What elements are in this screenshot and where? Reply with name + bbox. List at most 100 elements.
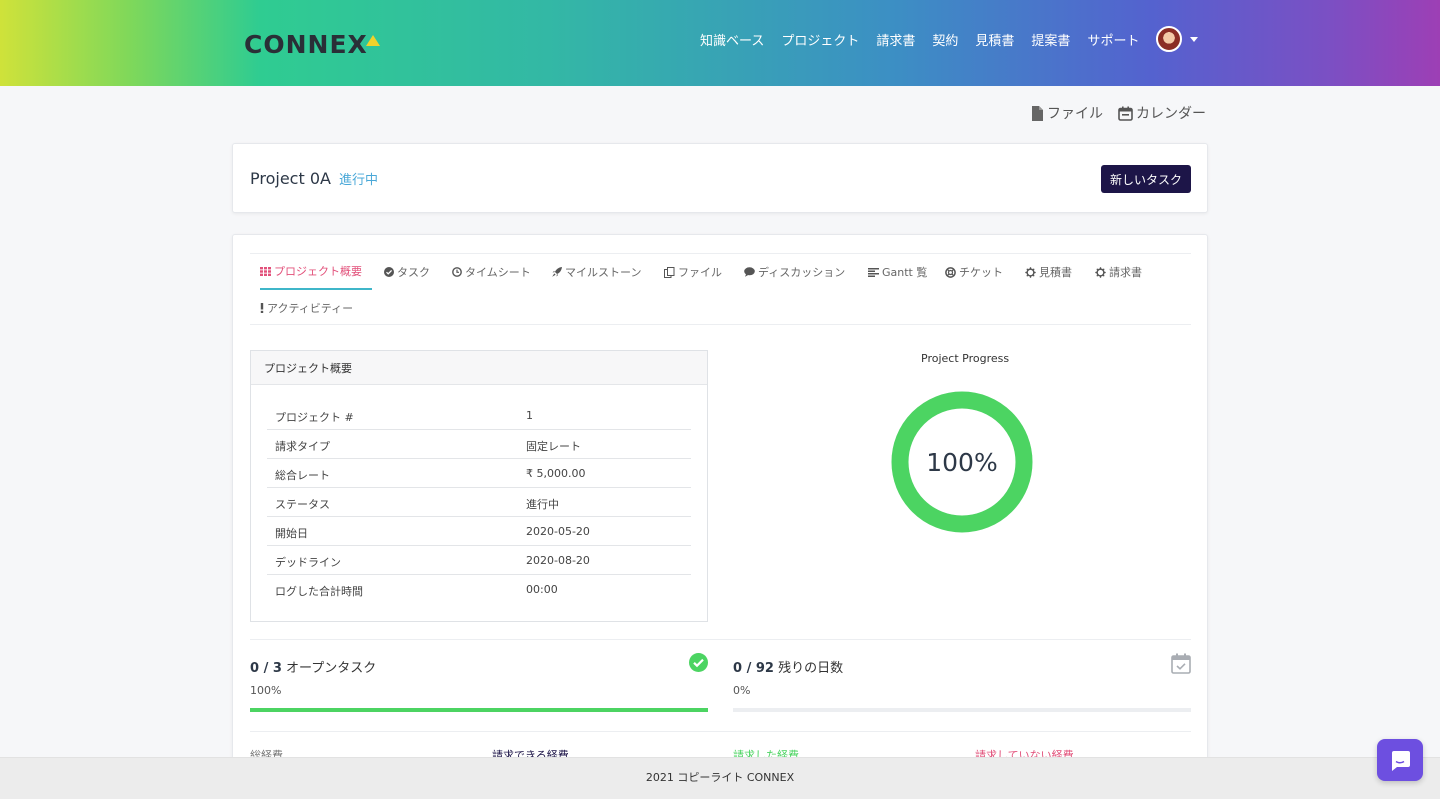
clock-icon — [452, 267, 462, 277]
user-avatar[interactable] — [1156, 26, 1183, 52]
comment-icon — [744, 267, 755, 277]
cog-icon — [1095, 266, 1106, 278]
chevron-down-icon[interactable] — [1190, 36, 1199, 42]
tab-label: Gantt 覧 — [882, 266, 928, 279]
overview-key: 開始日 — [275, 527, 308, 540]
tab-discussions[interactable]: ディスカッション — [744, 254, 845, 290]
overview-row: ログした合計時間 00:00 — [267, 575, 691, 604]
progress-label: 100% — [926, 448, 997, 477]
tab-timesheets[interactable]: タイムシート — [452, 254, 531, 290]
overview-key: ステータス — [275, 498, 330, 511]
project-header-card: Project 0A 進行中 新しいタスク — [232, 143, 1208, 213]
project-title: Project 0A 進行中 — [250, 169, 378, 188]
tab-label: マイルストーン — [565, 266, 642, 279]
overview-row: 開始日 2020-05-20 — [267, 517, 691, 546]
copyright-text: 2021 コピーライト CONNEX — [645, 771, 795, 784]
nav-proposals[interactable]: 提案書 — [1031, 30, 1070, 49]
overview-key: ログした合計時間 — [275, 585, 363, 598]
files-link-label: ファイル — [1047, 106, 1103, 122]
overview-row: デッドライン 2020-08-20 — [267, 546, 691, 575]
tab-project-overview[interactable]: プロジェクト概要 — [260, 254, 372, 290]
brand-name: CONNEX — [244, 30, 368, 59]
quick-links: ファイル カレンダー — [1031, 103, 1206, 123]
overview-row: プロジェクト # 1 — [267, 401, 691, 430]
project-overview-panel: プロジェクト概要 プロジェクト # 1 請求タイプ 固定レート 総合レート ₹ … — [250, 350, 708, 622]
overview-key: 総合レート — [275, 469, 330, 482]
rocket-icon — [552, 267, 562, 277]
nav-support[interactable]: サポート — [1087, 30, 1139, 49]
project-tabs: プロジェクト概要 タスク タイムシート マイルストーン ファイル ディスカッショ… — [250, 253, 1191, 325]
tab-files[interactable]: ファイル — [664, 254, 722, 290]
grid-icon — [260, 266, 271, 276]
brand-logo[interactable]: CONNEX — [244, 31, 380, 59]
calendar-link[interactable]: カレンダー — [1118, 103, 1206, 123]
days-left-text: 残りの日数 — [778, 661, 844, 676]
tab-label: プロジェクト概要 — [274, 265, 362, 278]
tab-label: タスク — [397, 266, 430, 279]
overview-panel-title: プロジェクト概要 — [251, 351, 707, 385]
overview-value: 進行中 — [526, 498, 559, 511]
open-tasks-progress-fill — [250, 708, 708, 712]
overview-value: 00:00 — [526, 583, 558, 596]
section-divider — [250, 731, 1191, 732]
overview-key: 請求タイプ — [275, 440, 330, 453]
open-tasks-count: 0 / 3 — [250, 661, 282, 676]
overview-value: 固定レート — [526, 440, 581, 453]
chat-icon — [1392, 751, 1410, 771]
days-left-progress-bar — [733, 708, 1191, 712]
days-left-percent: 0% — [733, 684, 751, 697]
check-circle-icon — [384, 267, 394, 277]
logo-triangle-icon — [365, 35, 380, 46]
tab-label: 見積書 — [1039, 266, 1072, 279]
exclamation-icon — [260, 303, 264, 313]
open-tasks-progress-bar — [250, 708, 708, 712]
overview-row: 総合レート ₹ 5,000.00 — [267, 459, 691, 488]
new-task-button[interactable]: 新しいタスク — [1101, 165, 1191, 193]
progress-title: Project Progress — [921, 352, 1010, 365]
open-tasks-label: 0 / 3 オープンタスク — [250, 657, 708, 676]
project-status: 進行中 — [339, 173, 379, 188]
main-nav: 知識ベース プロジェクト 請求書 契約 見積書 提案書 サポート — [700, 26, 1199, 52]
calendar-link-label: カレンダー — [1136, 106, 1206, 122]
top-navbar: CONNEX 知識ベース プロジェクト 請求書 契約 見積書 提案書 サポート — [0, 0, 1440, 86]
nav-contracts[interactable]: 契約 — [932, 30, 958, 49]
tab-gantt[interactable]: Gantt 覧 — [868, 254, 927, 290]
nav-projects[interactable]: プロジェクト — [781, 30, 859, 49]
overview-value: 2020-05-20 — [526, 525, 590, 538]
tab-invoices[interactable]: 請求書 — [1095, 254, 1142, 290]
overview-key: プロジェクト # — [275, 411, 354, 424]
tab-milestones[interactable]: マイルストーン — [552, 254, 641, 290]
file-icon — [1032, 105, 1043, 121]
nav-invoices[interactable]: 請求書 — [876, 30, 915, 49]
tab-label: ファイル — [678, 266, 722, 279]
tab-tickets[interactable]: チケット — [945, 254, 1003, 290]
chat-widget-button[interactable] — [1377, 739, 1423, 781]
life-ring-icon — [945, 266, 956, 278]
overview-value: 1 — [526, 409, 533, 422]
tab-activity[interactable]: アクティビティー — [260, 290, 353, 326]
progress-donut: 100% — [891, 391, 1033, 533]
tab-tasks[interactable]: タスク — [384, 254, 430, 290]
open-tasks-stat: 0 / 3 オープンタスク 100% — [250, 653, 708, 712]
tab-label: タイムシート — [465, 266, 531, 279]
project-main-card: プロジェクト概要 タスク タイムシート マイルストーン ファイル ディスカッショ… — [232, 234, 1208, 799]
tab-label: チケット — [959, 266, 1003, 279]
open-tasks-percent: 100% — [250, 684, 282, 697]
open-tasks-text: オープンタスク — [286, 661, 377, 676]
footer: 2021 コピーライト CONNEX — [0, 757, 1440, 799]
overview-value: 2020-08-20 — [526, 554, 590, 567]
check-circle-icon — [689, 653, 708, 672]
nav-estimates[interactable]: 見積書 — [975, 30, 1014, 49]
overview-value: ₹ 5,000.00 — [526, 467, 586, 480]
days-left-stat: 0 / 92 残りの日数 0% — [733, 653, 1191, 712]
overview-row: ステータス 進行中 — [267, 488, 691, 517]
days-left-count: 0 / 92 — [733, 661, 774, 676]
tab-label: アクティビティー — [267, 302, 354, 315]
overview-key: デッドライン — [275, 556, 341, 569]
tab-estimates[interactable]: 見積書 — [1025, 254, 1072, 290]
files-link[interactable]: ファイル — [1031, 103, 1103, 123]
align-left-icon — [868, 267, 879, 277]
cog-icon — [1025, 266, 1036, 278]
nav-knowledge-base[interactable]: 知識ベース — [700, 30, 764, 49]
files-icon — [664, 266, 675, 278]
